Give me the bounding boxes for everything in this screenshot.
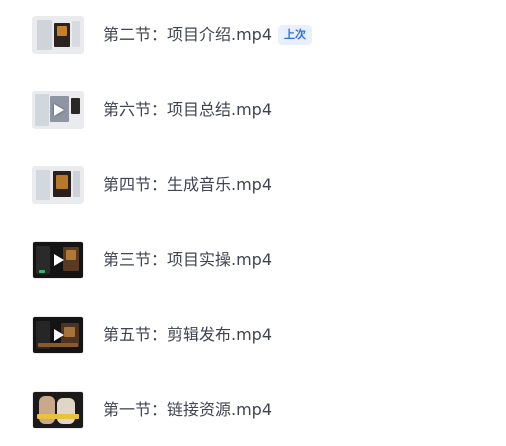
file-name[interactable]: 第二节：项目介绍.mp4: [103, 24, 272, 46]
file-name[interactable]: 第四节：生成音乐.mp4: [103, 174, 272, 196]
file-name[interactable]: 第五节：剪辑发布.mp4: [103, 324, 272, 346]
list-item[interactable]: 第三节：项目实操.mp4: [0, 225, 506, 300]
video-thumbnail[interactable]: [33, 317, 83, 353]
last-viewed-badge: 上次: [278, 25, 312, 45]
video-thumbnail[interactable]: [33, 242, 83, 278]
play-icon: [54, 254, 64, 266]
file-name[interactable]: 第一节：链接资源.mp4: [103, 399, 272, 421]
list-item[interactable]: 第五节：剪辑发布.mp4: [0, 300, 506, 375]
play-icon: [54, 329, 64, 341]
list-item[interactable]: 第二节：项目介绍.mp4 上次: [0, 0, 506, 75]
list-item[interactable]: 第一节：链接资源.mp4: [0, 375, 506, 446]
list-item[interactable]: 第四节：生成音乐.mp4: [0, 150, 506, 225]
video-file-list: 第二节：项目介绍.mp4 上次 第六节：项目总结.mp4 第四节：生成音乐.mp…: [0, 0, 506, 446]
video-thumbnail[interactable]: [33, 17, 83, 53]
video-thumbnail[interactable]: [33, 392, 83, 428]
video-thumbnail[interactable]: [33, 167, 83, 203]
file-name[interactable]: 第三节：项目实操.mp4: [103, 249, 272, 271]
list-item[interactable]: 第六节：项目总结.mp4: [0, 75, 506, 150]
play-icon: [54, 104, 64, 116]
file-name[interactable]: 第六节：项目总结.mp4: [103, 99, 272, 121]
video-thumbnail[interactable]: [33, 92, 83, 128]
